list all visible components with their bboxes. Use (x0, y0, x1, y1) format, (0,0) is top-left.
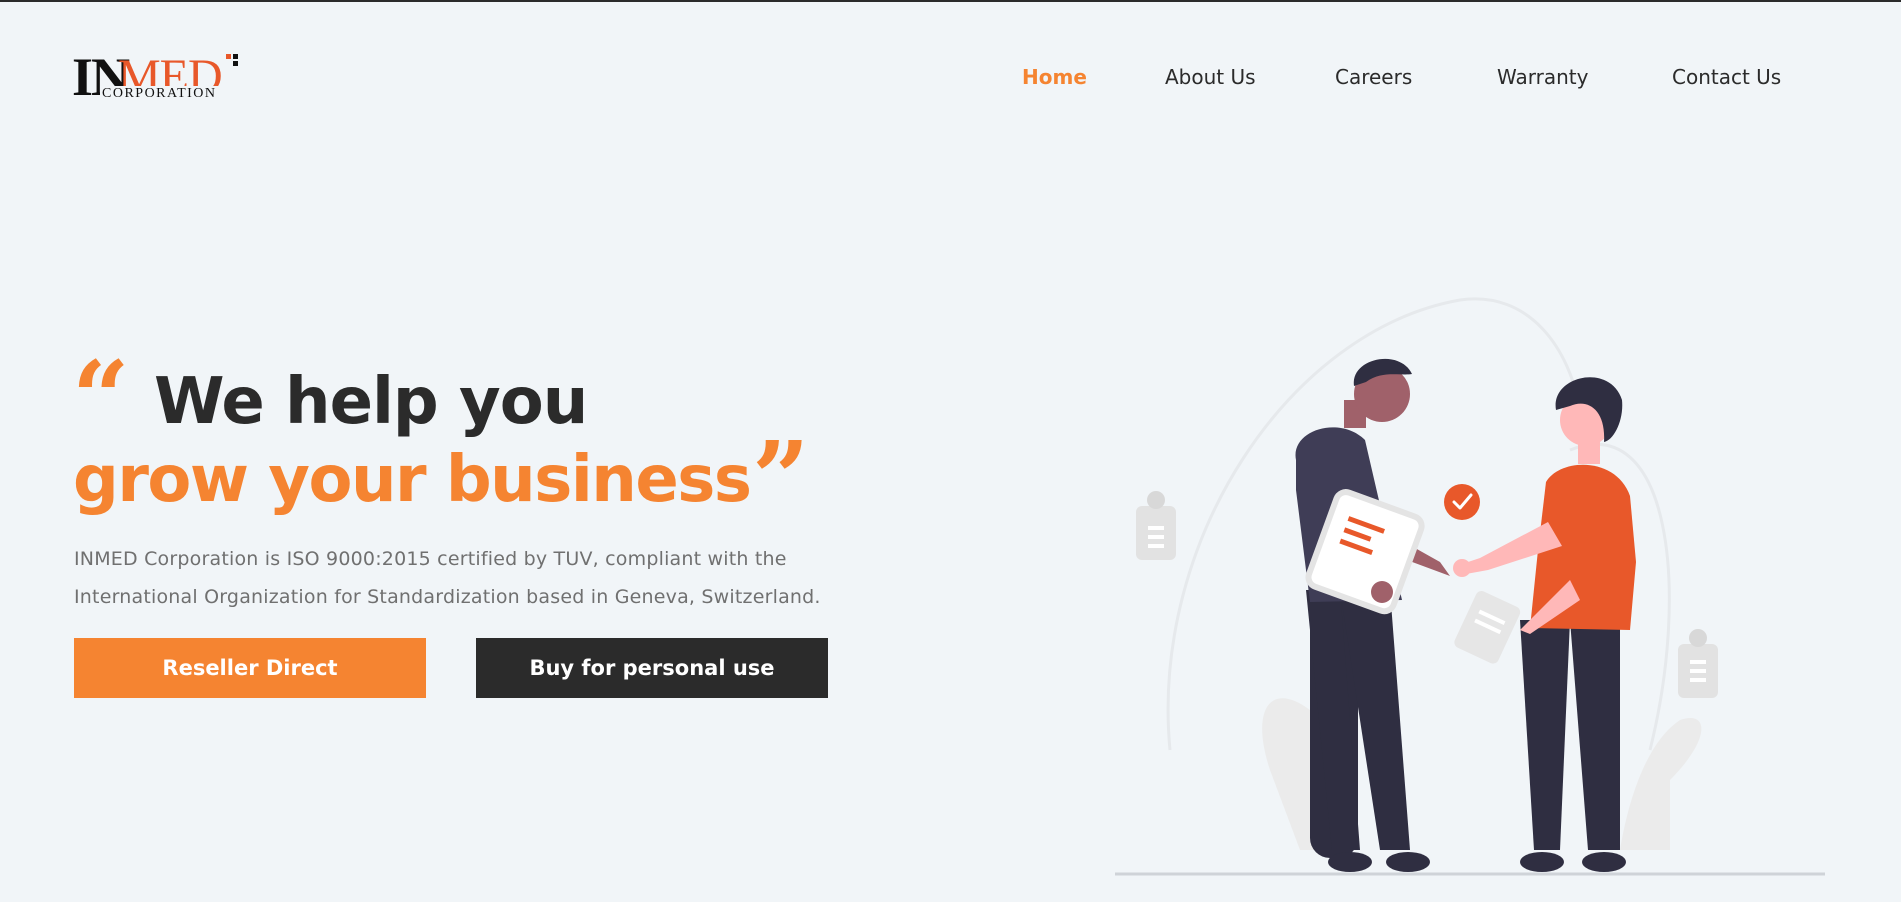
hero-description-line1: INMED Corporation is ISO 9000:2015 certi… (74, 548, 787, 570)
handshake-illustration (1110, 290, 1830, 880)
close-quote-icon: ” (752, 419, 810, 537)
handshake-illustration-svg (1115, 297, 1825, 876)
checkmark-icon (1444, 484, 1480, 520)
left-person-figure (1295, 358, 1450, 872)
hero-title-line2: grow your business (73, 443, 752, 517)
nav-warranty[interactable]: Warranty (1497, 62, 1588, 92)
open-quote-icon: “ (72, 339, 130, 457)
main-nav: Home About Us Careers Warranty Contact U… (0, 62, 1901, 92)
hero-title-line1: We help you (154, 365, 588, 439)
clipboard-left-icon (1136, 491, 1176, 560)
nav-careers[interactable]: Careers (1335, 62, 1412, 92)
nav-home[interactable]: Home (1022, 62, 1087, 92)
nav-contact-us[interactable]: Contact Us (1672, 62, 1781, 92)
reseller-direct-button[interactable]: Reseller Direct (74, 638, 426, 698)
nav-about-us[interactable]: About Us (1165, 62, 1256, 92)
hero-description: INMED Corporation is ISO 9000:2015 certi… (74, 540, 894, 616)
buy-personal-button[interactable]: Buy for personal use (476, 638, 828, 698)
top-border (0, 0, 1901, 2)
clipboard-right-icon (1678, 629, 1718, 698)
hero-description-line2: International Organization for Standardi… (74, 586, 821, 608)
